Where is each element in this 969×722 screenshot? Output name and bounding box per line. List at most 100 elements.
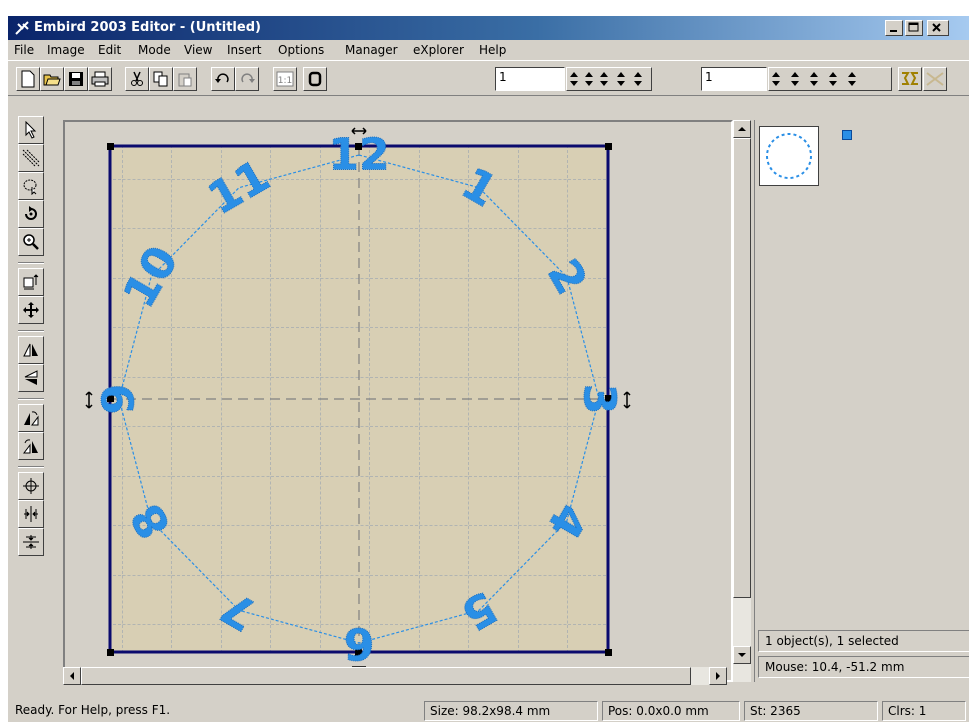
move-tool-button[interactable] <box>18 296 44 324</box>
center-vertical-button[interactable] <box>18 528 44 556</box>
undo-button[interactable] <box>211 67 235 91</box>
window-title: Embird 2003 Editor - (Untitled) <box>34 20 261 35</box>
mirror-horizontal-button[interactable] <box>18 336 44 364</box>
rotate-left-icon <box>24 411 39 426</box>
vertical-scrollbar[interactable] <box>733 120 751 682</box>
close-button[interactable] <box>927 20 949 36</box>
clock-number-3: 3 <box>574 384 625 415</box>
resize-tool-button[interactable] <box>18 268 44 296</box>
crosshair-icon <box>23 478 39 494</box>
menu-manager[interactable]: Manager <box>345 43 398 57</box>
status-position: Pos: 0.0x0.0 mm <box>602 701 740 721</box>
toolbox-separator <box>18 398 44 400</box>
print-button[interactable] <box>88 67 112 91</box>
menu-mode[interactable]: Mode <box>138 43 171 57</box>
menu-edit[interactable]: Edit <box>98 43 121 57</box>
rotate-right-button[interactable] <box>18 432 44 460</box>
objects-panel: 1 object(s), 1 selected Mouse: 10.4, -51… <box>754 120 969 682</box>
paste-button[interactable] <box>173 67 197 91</box>
node-select-tool-button[interactable] <box>18 144 44 172</box>
arrow-up-icon <box>738 127 746 131</box>
selection-info: 1 object(s), 1 selected <box>758 630 969 652</box>
spin-arrows-icon <box>570 72 642 86</box>
spin-input-2[interactable]: 1 <box>701 67 767 91</box>
lasso-icon <box>23 179 37 195</box>
menu-help[interactable]: Help <box>479 43 506 57</box>
arrow-right-icon <box>716 672 720 680</box>
arrow-pointer-icon <box>25 121 37 139</box>
editor-window: Embird 2003 Editor - (Untitled) File Ima… <box>8 16 969 722</box>
actual-size-icon: 1:1 <box>276 71 294 87</box>
join-colors-icon <box>926 72 944 86</box>
lasso-tool-button[interactable] <box>18 172 44 200</box>
join-colors-button[interactable] <box>923 67 947 91</box>
actual-size-button[interactable]: 1:1 <box>273 67 297 91</box>
clock-thumbnail-image <box>766 133 812 179</box>
toolbox-separator <box>18 262 44 264</box>
cut-button[interactable] <box>125 67 149 91</box>
horizontal-scrollbar[interactable] <box>63 667 727 685</box>
hoop-button[interactable] <box>303 67 327 91</box>
spin-arrows-group-1[interactable] <box>566 67 652 91</box>
spin-input-1[interactable]: 1 <box>495 67 565 91</box>
arrow-left-icon <box>70 672 74 680</box>
svg-text:1:1: 1:1 <box>278 76 292 86</box>
save-disk-icon <box>69 72 83 86</box>
node-select-icon <box>22 149 40 167</box>
clock-number-12: 12 <box>328 130 389 181</box>
rotate-tool-button[interactable] <box>18 200 44 228</box>
rotate-right-icon <box>23 439 38 454</box>
menu-image[interactable]: Image <box>47 43 85 57</box>
object-thumbnail[interactable] <box>759 126 819 186</box>
hoop-icon <box>308 71 322 87</box>
center-vertical-icon <box>23 535 39 549</box>
main-toolbar: 1:1 1 1 <box>8 60 969 96</box>
open-button[interactable] <box>40 67 64 91</box>
center-button[interactable] <box>18 472 44 500</box>
new-button[interactable] <box>16 67 40 91</box>
printer-icon <box>91 71 109 87</box>
minimize-icon <box>890 30 897 32</box>
status-color-count: Clrs: 1 <box>882 701 966 721</box>
spin-arrows-group-2[interactable] <box>768 67 892 91</box>
copy-button[interactable] <box>149 67 173 91</box>
status-help-text: Ready. For Help, press F1. <box>15 703 171 717</box>
scroll-down-button[interactable] <box>733 646 751 664</box>
embird-app-icon <box>15 21 29 35</box>
arrow-down-icon <box>738 653 746 657</box>
object-list[interactable] <box>755 120 969 630</box>
scroll-right-button[interactable] <box>709 667 727 685</box>
title-bar: Embird 2003 Editor - (Untitled) <box>8 16 969 40</box>
mirror-colors-button[interactable] <box>898 67 922 91</box>
scroll-up-button[interactable] <box>733 120 751 138</box>
close-icon <box>932 23 941 32</box>
save-button[interactable] <box>64 67 88 91</box>
design-canvas[interactable]: 121234567891011 <box>65 122 731 669</box>
color-swatch[interactable] <box>842 130 852 140</box>
maximize-button[interactable] <box>905 20 923 36</box>
minimize-button[interactable] <box>885 20 903 36</box>
scroll-thumb-vertical[interactable] <box>733 138 751 598</box>
rotate-left-button[interactable] <box>18 404 44 432</box>
mouse-position-info: Mouse: 10.4, -51.2 mm <box>758 656 969 678</box>
center-horizontal-button[interactable] <box>18 500 44 528</box>
menu-file[interactable]: File <box>14 43 34 57</box>
menu-options[interactable]: Options <box>278 43 324 57</box>
menu-view[interactable]: View <box>184 43 212 57</box>
mirror-vertical-button[interactable] <box>18 364 44 392</box>
scroll-thumb-horizontal[interactable] <box>81 667 691 685</box>
select-tool-button[interactable] <box>18 116 44 144</box>
spin-arrows-icon <box>772 72 856 86</box>
mirror-vertical-icon <box>24 370 38 385</box>
resize-icon <box>23 274 39 290</box>
status-bar: Ready. For Help, press F1. Size: 98.2x98… <box>8 698 969 722</box>
copy-icon <box>153 71 168 87</box>
scroll-left-button[interactable] <box>63 667 81 685</box>
status-size: Size: 98.2x98.4 mm <box>424 701 598 721</box>
zoom-tool-button[interactable] <box>18 228 44 256</box>
menu-insert[interactable]: Insert <box>227 43 261 57</box>
redo-button[interactable] <box>235 67 259 91</box>
menu-explorer[interactable]: eXplorer <box>413 43 464 57</box>
design-canvas-area[interactable]: 12 1 2 3 4 5 6 7 8 9 10 11 <box>63 120 733 682</box>
redo-icon <box>241 73 255 83</box>
